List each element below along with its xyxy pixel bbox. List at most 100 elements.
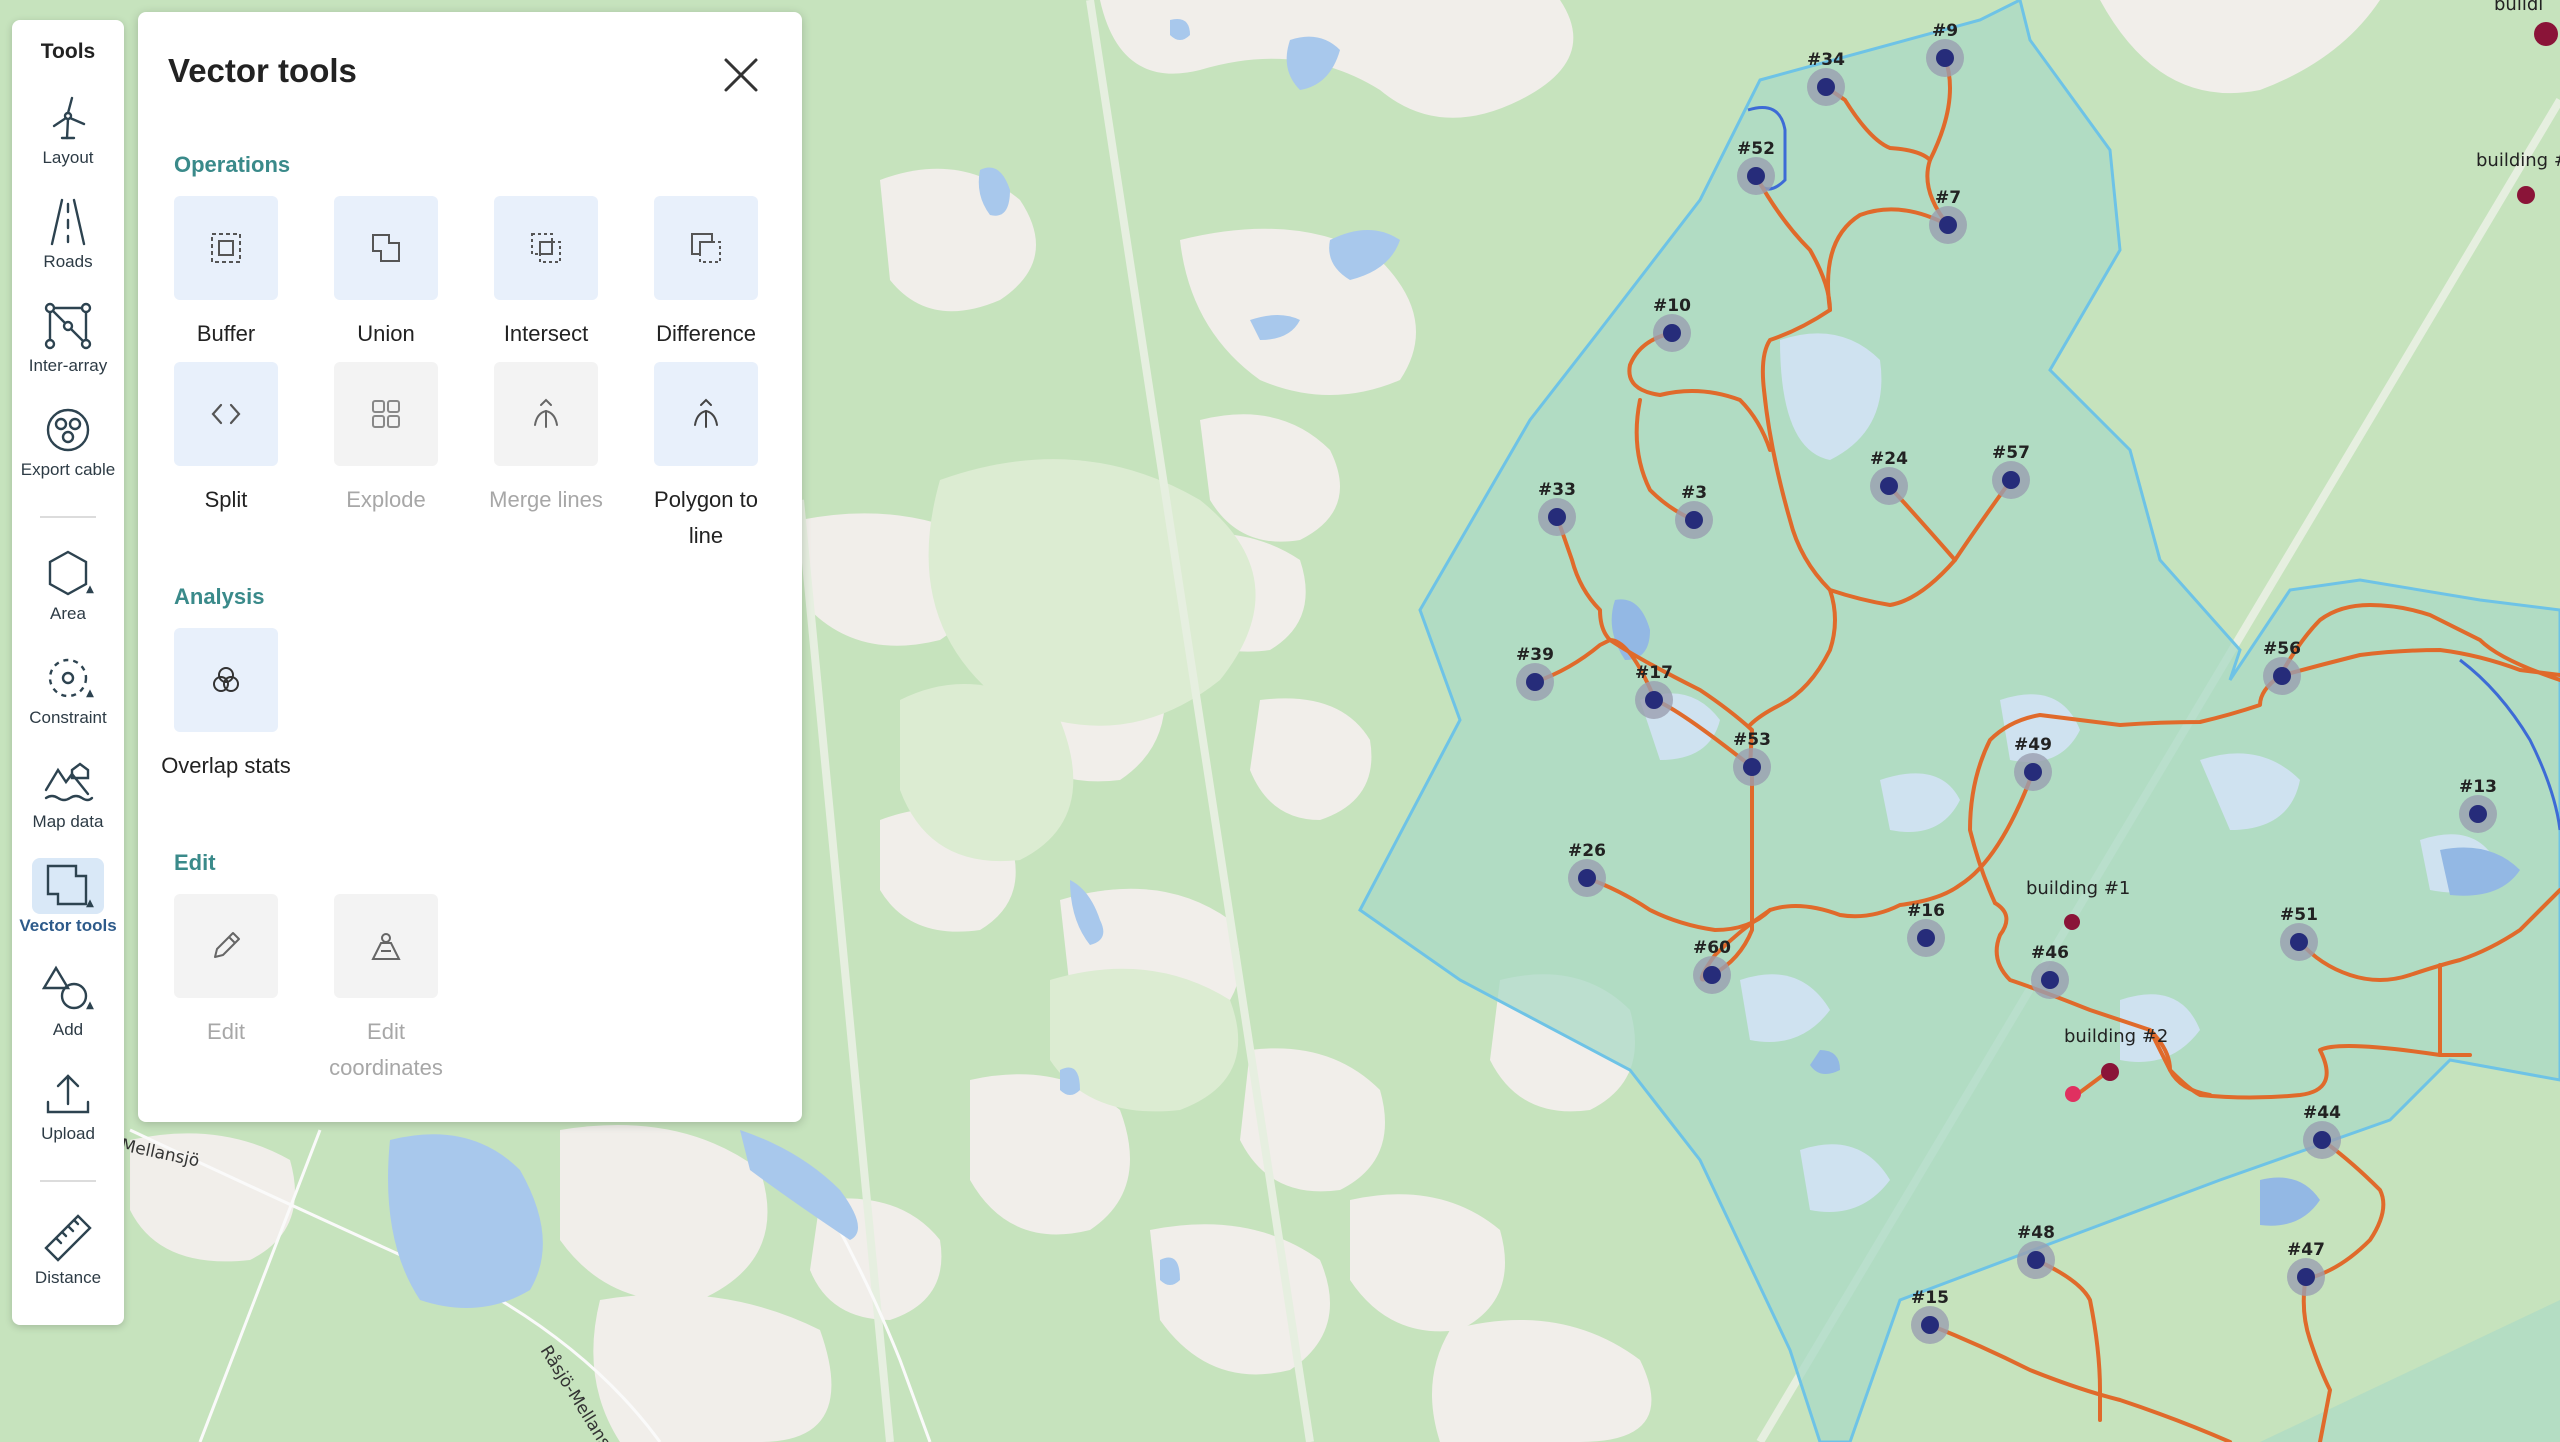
turbine-marker[interactable]: #49 — [2014, 735, 2052, 791]
turbine-dot — [1917, 929, 1935, 947]
toolbar-item-upload[interactable]: Upload — [12, 1066, 124, 1158]
toolbar-title: Tools — [40, 40, 96, 63]
toolbar-item-layout[interactable]: Layout — [12, 90, 124, 182]
turbine-marker[interactable]: #39 — [1516, 645, 1554, 701]
difference-button[interactable]: Difference — [636, 196, 776, 352]
turbine-marker[interactable]: #44 — [2303, 1103, 2341, 1159]
turbine-dot — [1645, 691, 1663, 709]
toolbar-item-label: Export cable — [20, 460, 116, 479]
intersect-button[interactable]: Intersect — [476, 196, 616, 352]
toolbar-item-constraint[interactable]: Constraint — [12, 650, 124, 742]
toolbar-item-label: Roads — [43, 252, 93, 271]
explode-button[interactable]: Explode — [316, 362, 456, 518]
turbine-label: #46 — [2031, 943, 2069, 963]
turbine-label: #13 — [2459, 777, 2497, 797]
explode-icon — [372, 400, 400, 428]
panel-title: Vector tools — [168, 52, 357, 89]
turbine-label: #26 — [1568, 841, 1606, 861]
edit-button[interactable]: Edit — [156, 894, 296, 1050]
turbine-marker[interactable]: #46 — [2031, 943, 2069, 999]
building-marker-1 — [2064, 914, 2080, 930]
building-label-3: building # — [2476, 150, 2560, 171]
building-label-1: building #1 — [2026, 878, 2130, 899]
turbine-label: #7 — [1935, 188, 1961, 208]
building-label-4: buildi — [2494, 0, 2543, 15]
turbine-marker[interactable]: #56 — [2263, 639, 2301, 695]
union-button[interactable]: Union — [316, 196, 456, 352]
turbine-dot — [2027, 1251, 2045, 1269]
toolbar-item-export-cable[interactable]: Export cable — [12, 402, 124, 494]
edit-coordinates-button[interactable]: Edit coordinates — [316, 894, 456, 1086]
constraint-icon — [48, 658, 94, 698]
turbine-label: #57 — [1992, 443, 2030, 463]
turbine-marker[interactable]: #24 — [1870, 449, 1908, 505]
turbine-marker[interactable]: #16 — [1907, 901, 1945, 957]
buffer-button[interactable]: Buffer — [156, 196, 296, 352]
building-marker-4 — [2534, 22, 2558, 46]
toolbar-item-add[interactable]: Add — [12, 962, 124, 1054]
turbine-marker[interactable]: #13 — [2459, 777, 2497, 833]
turbine-dot — [2297, 1268, 2315, 1286]
close-icon[interactable] — [718, 52, 764, 98]
toolbar-item-area[interactable]: Area — [12, 546, 124, 638]
difference-icon — [691, 233, 721, 263]
turbine-label: #33 — [1538, 480, 1576, 500]
toolbar-item-inter-array[interactable]: Inter-array — [12, 298, 124, 390]
toolbar-item-label: Layout — [42, 148, 94, 167]
turbine-label: #39 — [1516, 645, 1554, 665]
turbine-dot — [1685, 511, 1703, 529]
toolbar-item-label: Add — [52, 1020, 84, 1039]
turbine-label: #16 — [1907, 901, 1945, 921]
tool-label: Split — [204, 487, 248, 512]
vector-tools-icon — [46, 864, 94, 908]
polygon-to-line-button[interactable]: Polygon to line — [636, 362, 776, 554]
merge-icon — [534, 398, 558, 428]
turbine-marker[interactable]: #57 — [1992, 443, 2030, 499]
cable-icon — [46, 408, 90, 452]
toolbar-item-roads[interactable]: Roads — [12, 194, 124, 286]
section-analysis: Analysis — [174, 584, 265, 609]
toolbar-item-label: Upload — [41, 1124, 95, 1143]
turbine-marker[interactable]: #26 — [1568, 841, 1606, 897]
turbine-marker[interactable]: #33 — [1538, 480, 1576, 536]
turbine-marker[interactable]: #47 — [2287, 1240, 2325, 1296]
turbine-marker[interactable]: #53 — [1733, 730, 1771, 786]
wind-turbine-icon — [52, 96, 86, 140]
turbine-label: #9 — [1932, 21, 1958, 41]
road-icon — [50, 198, 86, 246]
toolbar-item-distance[interactable]: Distance — [12, 1210, 124, 1302]
shapes-icon — [42, 965, 94, 1010]
overlap-stats-button[interactable]: Overlap stats — [156, 628, 296, 784]
edit-coordinates-icon — [371, 933, 401, 960]
turbine-label: #52 — [1737, 139, 1775, 159]
tool-label: Buffer — [196, 321, 256, 346]
toolbar-item-label: Inter-array — [28, 356, 108, 375]
pencil-icon — [214, 932, 240, 958]
toolbar-item-label: Map data — [32, 812, 104, 831]
turbine-label: #34 — [1807, 50, 1845, 70]
turbine-marker[interactable]: #17 — [1635, 663, 1673, 719]
turbine-dot — [1578, 869, 1596, 887]
turbine-marker[interactable]: #48 — [2017, 1223, 2055, 1279]
turbine-label: #47 — [2287, 1240, 2325, 1260]
turbine-label: #53 — [1733, 730, 1771, 750]
ruler-icon — [44, 1214, 92, 1262]
toolbar-item-vector-tools[interactable]: Vector tools — [12, 858, 124, 950]
turbine-label: #48 — [2017, 1223, 2055, 1243]
turbine-marker[interactable]: #10 — [1653, 296, 1691, 352]
turbine-dot — [1663, 324, 1681, 342]
turbine-marker[interactable]: #52 — [1737, 139, 1775, 195]
toolbar-separator — [40, 1180, 96, 1182]
toolbar-item-label: Vector tools — [19, 916, 117, 935]
toolbar-item-map-data[interactable]: Map data — [12, 754, 124, 846]
turbine-marker[interactable]: #60 — [1693, 938, 1731, 994]
turbine-marker[interactable]: #15 — [1911, 1288, 1949, 1344]
turbine-marker[interactable]: #51 — [2280, 905, 2318, 961]
merge-lines-button[interactable]: Merge lines — [476, 362, 616, 518]
tool-label: Intersect — [503, 321, 589, 346]
turbine-marker[interactable]: #34 — [1807, 50, 1845, 106]
tool-label: Edit coordinates — [329, 1019, 443, 1080]
split-button[interactable]: Split — [156, 362, 296, 518]
tool-label: Merge lines — [489, 487, 603, 512]
tools-toolbar: Tools Layout Roads Inter-array Export ca… — [12, 20, 124, 1325]
